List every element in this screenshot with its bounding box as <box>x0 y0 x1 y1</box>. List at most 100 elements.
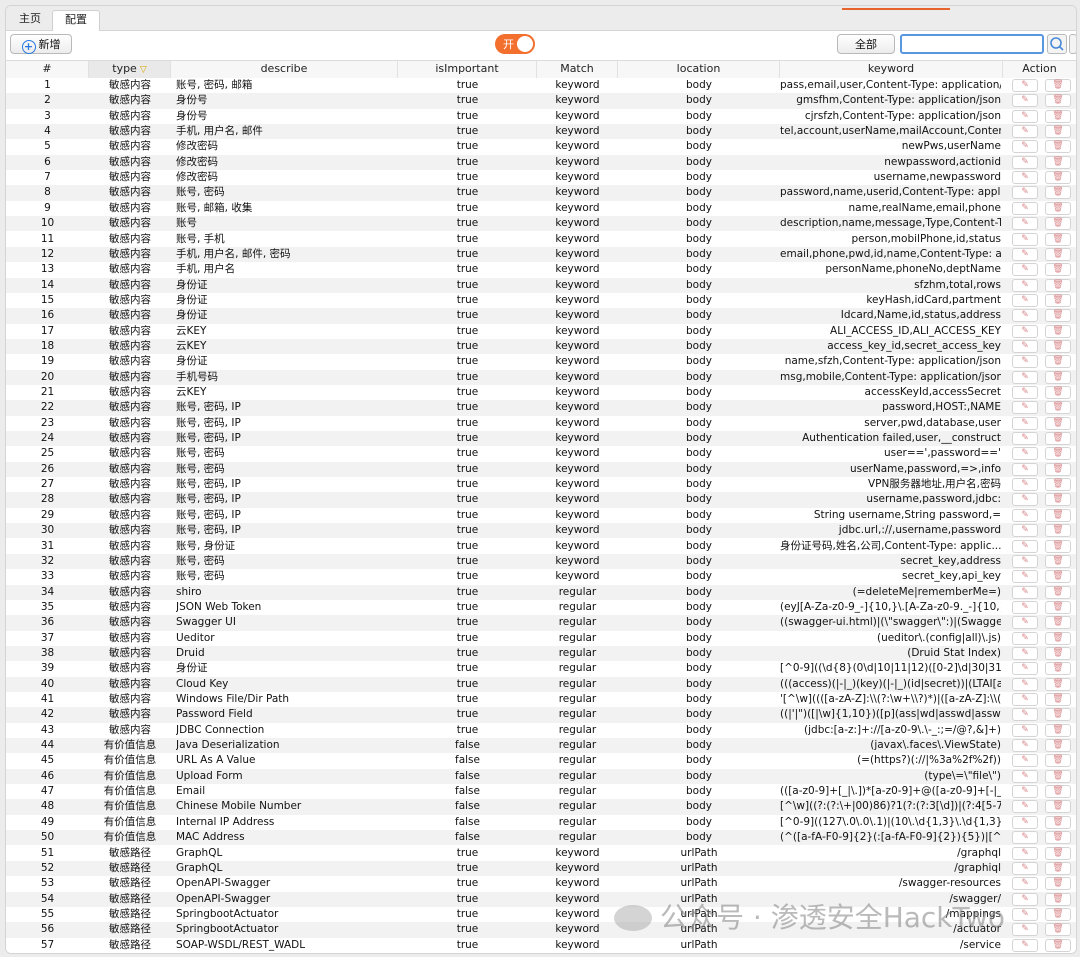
edit-icon[interactable]: ✎ <box>1012 386 1038 399</box>
edit-icon[interactable]: ✎ <box>1012 217 1038 231</box>
table-row[interactable]: 3 敏感内容 身份号 true keyword body cjrsfzh,Content-T… <box>6 108 1076 125</box>
table-row[interactable]: 39 敏感内容 身份证 true regular body [^0-9]((\d{8}(0\… <box>6 661 1076 677</box>
table-row[interactable]: 25 敏感内容 账号, 密码 true keyword body user==',passw… <box>6 446 1076 462</box>
table-row[interactable]: 36 敏感内容 Swagger UI true regular body ((swagger… <box>6 615 1076 631</box>
edit-icon[interactable]: ✎ <box>1012 416 1038 430</box>
trash-icon[interactable]: 🗑 <box>1045 616 1071 630</box>
edit-icon[interactable]: ✎ <box>1012 539 1038 553</box>
table-row[interactable]: 43 敏感内容 JDBC Connection true regular body (jdb… <box>6 722 1076 739</box>
table-row[interactable]: 14 敏感内容 身份证 true keyword body sfzhm,total,rows… <box>6 277 1076 293</box>
trash-icon[interactable]: 🗑 <box>1045 861 1071 875</box>
edit-icon[interactable]: ✎ <box>1012 201 1038 215</box>
edit-icon[interactable]: ✎ <box>1012 524 1038 538</box>
edit-icon[interactable]: ✎ <box>1012 877 1038 891</box>
table-row[interactable]: 47 有价值信息 Email false regular body (([a-z0-9]+[… <box>6 784 1076 800</box>
table-row[interactable]: 24 敏感内容 账号, 密码, IP true keyword body Authentic… <box>6 431 1076 447</box>
edit-icon[interactable]: ✎ <box>1012 585 1038 599</box>
table-row[interactable]: 28 敏感内容 账号, 密码, IP true keyword body username,… <box>6 492 1076 508</box>
edit-icon[interactable]: ✎ <box>1012 432 1038 446</box>
trash-icon[interactable]: 🗑 <box>1045 646 1071 660</box>
trash-icon[interactable]: 🗑 <box>1045 723 1071 737</box>
trash-icon[interactable]: 🗑 <box>1045 892 1071 906</box>
table-row[interactable]: 9 敏感内容 账号, 邮箱, 收集 true keyword body name,realN… <box>6 200 1076 217</box>
edit-icon[interactable]: ✎ <box>1012 646 1038 660</box>
edit-icon[interactable]: ✎ <box>1012 171 1038 185</box>
trash-icon[interactable]: 🗑 <box>1045 171 1071 185</box>
trash-icon[interactable]: 🗑 <box>1045 79 1071 92</box>
trash-icon[interactable]: 🗑 <box>1045 831 1071 845</box>
trash-icon[interactable]: 🗑 <box>1045 186 1071 200</box>
table-row[interactable]: 1 敏感内容 账号, 密码, 邮箱 true keyword body pass,email… <box>6 78 1076 94</box>
edit-icon[interactable]: ✎ <box>1012 554 1038 568</box>
trash-icon[interactable]: 🗑 <box>1045 800 1071 814</box>
table-row[interactable]: 11 敏感内容 账号, 手机 true keyword body person,mobilP… <box>6 231 1076 247</box>
edit-icon[interactable]: ✎ <box>1012 309 1038 323</box>
tab-home[interactable]: 主页 <box>10 10 50 30</box>
table-row[interactable]: 53 敏感路径 OpenAPI-Swagger true keyword urlPath /… <box>6 876 1076 892</box>
tab-config[interactable]: 配置 <box>52 10 100 31</box>
edit-icon[interactable]: ✎ <box>1012 94 1038 108</box>
table-row[interactable]: 8 敏感内容 账号, 密码 true keyword body password,name,… <box>6 185 1076 201</box>
col-header-match[interactable]: Match <box>537 61 618 78</box>
edit-icon[interactable]: ✎ <box>1012 677 1038 691</box>
trash-icon[interactable]: 🗑 <box>1045 600 1071 614</box>
table-row[interactable]: 57 敏感路径 SOAP-WSDL/REST_WADL true keyword urlP… <box>6 937 1076 953</box>
trash-icon[interactable]: 🗑 <box>1045 907 1071 921</box>
table-row[interactable]: 48 有价值信息 Chinese Mobile Number false regular… <box>6 799 1076 815</box>
trash-icon[interactable]: 🗑 <box>1045 493 1071 507</box>
edit-icon[interactable]: ✎ <box>1012 785 1038 799</box>
trash-icon[interactable]: 🗑 <box>1045 263 1071 277</box>
trash-icon[interactable]: 🗑 <box>1045 217 1071 231</box>
table-row[interactable]: 5 敏感内容 修改密码 true keyword body newPws,userName ✎… <box>6 139 1076 155</box>
col-header-index[interactable]: # <box>6 61 89 78</box>
edit-icon[interactable]: ✎ <box>1012 508 1038 522</box>
trash-icon[interactable]: 🗑 <box>1045 769 1071 783</box>
edit-icon[interactable]: ✎ <box>1012 570 1038 584</box>
col-header-keyword[interactable]: keyword <box>780 61 1003 78</box>
trash-icon[interactable]: 🗑 <box>1045 293 1071 307</box>
trash-icon[interactable]: 🗑 <box>1045 815 1071 829</box>
edit-icon[interactable]: ✎ <box>1012 892 1038 906</box>
edit-icon[interactable]: ✎ <box>1012 800 1038 814</box>
trash-icon[interactable]: 🗑 <box>1045 539 1071 553</box>
edit-icon[interactable]: ✎ <box>1012 769 1038 783</box>
trash-icon[interactable]: 🗑 <box>1045 938 1071 952</box>
table-row[interactable]: 34 敏感内容 shiro true regular body (=deleteMe|rem… <box>6 584 1076 600</box>
edit-icon[interactable]: ✎ <box>1012 693 1038 706</box>
edit-icon[interactable]: ✎ <box>1012 723 1038 737</box>
table-row[interactable]: 37 敏感内容 Ueditor true regular body (ueditor\.(c… <box>6 630 1076 646</box>
trash-icon[interactable]: 🗑 <box>1045 708 1071 722</box>
trash-icon[interactable]: 🗑 <box>1045 739 1071 753</box>
table-row[interactable]: 45 有价值信息 URL As A Value false regular body (=(… <box>6 753 1076 769</box>
trash-icon[interactable]: 🗑 <box>1045 309 1071 323</box>
edit-icon[interactable]: ✎ <box>1012 140 1038 154</box>
trash-icon[interactable]: 🗑 <box>1045 508 1071 522</box>
table-row[interactable]: 27 敏感内容 账号, 密码, IP true keyword body VPN服务器地址,… <box>6 477 1076 493</box>
trash-icon[interactable]: 🗑 <box>1045 232 1071 246</box>
trash-icon[interactable]: 🗑 <box>1045 785 1071 799</box>
edit-icon[interactable]: ✎ <box>1012 232 1038 246</box>
overflow-button[interactable] <box>1069 34 1076 54</box>
trash-icon[interactable]: 🗑 <box>1045 247 1071 261</box>
search-input[interactable] <box>900 34 1044 54</box>
edit-icon[interactable]: ✎ <box>1012 263 1038 277</box>
edit-icon[interactable]: ✎ <box>1012 631 1038 645</box>
table-row[interactable]: 30 敏感内容 账号, 密码, IP true keyword body jdbc.url,… <box>6 523 1076 539</box>
col-header-location[interactable]: location <box>618 61 780 78</box>
trash-icon[interactable]: 🗑 <box>1045 370 1071 384</box>
table-row[interactable]: 46 有价值信息 Upload Form false regular body (type\… <box>6 768 1076 785</box>
table-row[interactable]: 18 敏感内容 云KEY true keyword body access_key_id,s… <box>6 338 1076 355</box>
trash-icon[interactable]: 🗑 <box>1045 754 1071 768</box>
edit-icon[interactable]: ✎ <box>1012 616 1038 630</box>
trash-icon[interactable]: 🗑 <box>1045 478 1071 492</box>
add-button[interactable]: + 新增 <box>10 34 72 54</box>
edit-icon[interactable]: ✎ <box>1012 155 1038 169</box>
edit-icon[interactable]: ✎ <box>1012 462 1038 476</box>
trash-icon[interactable]: 🗑 <box>1045 324 1071 338</box>
edit-icon[interactable]: ✎ <box>1012 938 1038 952</box>
trash-icon[interactable]: 🗑 <box>1045 462 1071 476</box>
trash-icon[interactable]: 🗑 <box>1045 877 1071 891</box>
table-row[interactable]: 4 敏感内容 手机, 用户名, 邮件 true keyword body tel,accou… <box>6 124 1076 140</box>
table-row[interactable]: 35 敏感内容 JSON Web Token true regular body (eyJ[… <box>6 599 1076 616</box>
trash-icon[interactable]: 🗑 <box>1045 109 1071 123</box>
